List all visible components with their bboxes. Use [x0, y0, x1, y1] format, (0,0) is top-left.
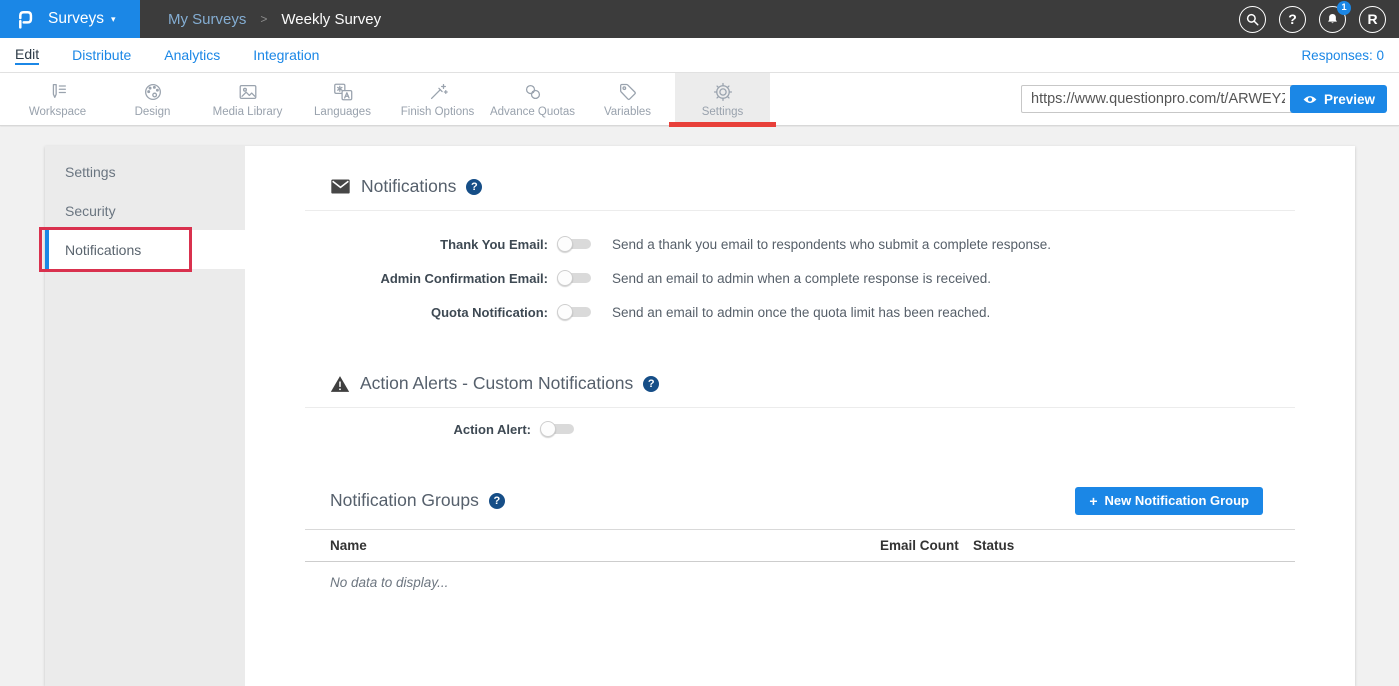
tab-integration[interactable]: Integration	[253, 47, 319, 63]
product-name: Surveys	[48, 10, 104, 28]
toolbar-item-finish-options[interactable]: Finish Options	[390, 73, 485, 125]
settings-icon	[712, 81, 734, 103]
column-header-status: Status	[973, 538, 1295, 553]
quota-notification-row: Quota Notification: Send an email to adm…	[305, 295, 1295, 329]
breadcrumb: My Surveys > Weekly Survey	[168, 11, 381, 28]
quota-notification-label: Quota Notification:	[305, 305, 548, 320]
divider	[305, 210, 1295, 211]
toolbar-item-languages[interactable]: Languages	[295, 73, 390, 125]
topbar-actions: ? 1 R	[1239, 6, 1386, 33]
languages-icon	[332, 81, 354, 103]
section-title: Notification Groups	[330, 490, 479, 511]
envelope-icon	[330, 178, 351, 195]
column-header-email-count: Email Count	[880, 538, 973, 553]
preview-button[interactable]: Preview	[1290, 85, 1387, 113]
notification-groups-table: Name Email Count Status No data to displ…	[305, 529, 1295, 590]
help-icon: ?	[1288, 11, 1297, 27]
toolbar-item-advance-quotas[interactable]: Advance Quotas	[485, 73, 580, 125]
toolbar-item-design[interactable]: Design	[105, 73, 200, 125]
sidebar-item-notifications[interactable]: Notifications	[45, 230, 245, 269]
breadcrumb-separator: >	[260, 12, 267, 26]
survey-url-input[interactable]	[1021, 85, 1295, 113]
breadcrumb-my-surveys[interactable]: My Surveys	[168, 11, 246, 28]
settings-content-area: Settings Security Notifications Notifica…	[0, 127, 1399, 626]
advance-quotas-icon	[522, 81, 544, 103]
notifications-section-heading: Notifications ?	[305, 176, 1295, 197]
tab-distribute[interactable]: Distribute	[72, 47, 131, 63]
finish-options-icon	[427, 81, 449, 103]
toolbar-item-variables[interactable]: Variables	[580, 73, 675, 125]
notification-toggle-rows: Thank You Email: Send a thank you email …	[305, 227, 1295, 329]
avatar[interactable]: R	[1359, 6, 1386, 33]
chevron-down-icon: ▾	[111, 14, 116, 25]
column-header-name: Name	[305, 538, 880, 553]
top-bar: Surveys ▾ My Surveys > Weekly Survey ? 1…	[0, 0, 1399, 38]
warning-icon	[330, 375, 350, 393]
action-alert-label: Action Alert:	[305, 422, 531, 437]
quota-notification-toggle[interactable]	[557, 304, 591, 320]
media-library-icon	[237, 81, 259, 103]
notifications-help-icon[interactable]: ?	[466, 179, 482, 195]
plus-icon: +	[1089, 493, 1097, 509]
help-button[interactable]: ?	[1279, 6, 1306, 33]
tab-analytics[interactable]: Analytics	[164, 47, 220, 63]
toolbar-item-media-library[interactable]: Media Library	[200, 73, 295, 125]
workspace-icon	[47, 81, 69, 103]
thank-you-email-toggle[interactable]	[557, 236, 591, 252]
admin-confirmation-email-row: Admin Confirmation Email: Send an email …	[305, 261, 1295, 295]
admin-confirmation-email-label: Admin Confirmation Email:	[305, 271, 548, 286]
thank-you-email-description: Send a thank you email to respondents wh…	[612, 237, 1051, 252]
avatar-initial: R	[1367, 11, 1377, 27]
tab-edit[interactable]: Edit	[15, 46, 39, 65]
notifications-button[interactable]: 1	[1319, 6, 1346, 33]
notification-count-badge: 1	[1337, 1, 1351, 15]
quota-notification-description: Send an email to admin once the quota li…	[612, 305, 990, 320]
action-alerts-help-icon[interactable]: ?	[643, 376, 659, 392]
eye-icon	[1302, 94, 1318, 105]
action-alert-toggle[interactable]	[540, 421, 574, 437]
annotation-underline-settings	[669, 122, 776, 127]
section-title: Action Alerts - Custom Notifications	[360, 373, 633, 394]
admin-confirmation-email-description: Send an email to admin when a complete r…	[612, 271, 991, 286]
settings-card: Settings Security Notifications Notifica…	[45, 146, 1355, 686]
edit-toolbar: Workspace Design Media Library Languages…	[0, 73, 1399, 126]
notification-groups-heading: Notification Groups ? + New Notification…	[305, 486, 1295, 515]
table-header-row: Name Email Count Status	[305, 529, 1295, 562]
bell-icon	[1325, 12, 1340, 27]
sidebar-item-security[interactable]: Security	[45, 191, 245, 230]
design-icon	[142, 81, 164, 103]
search-button[interactable]	[1239, 6, 1266, 33]
thank-you-email-row: Thank You Email: Send a thank you email …	[305, 227, 1295, 261]
action-alert-row: Action Alert:	[305, 412, 1295, 446]
variables-icon	[617, 81, 639, 103]
admin-confirmation-email-toggle[interactable]	[557, 270, 591, 286]
empty-table-message: No data to display...	[305, 562, 1295, 590]
toolbar-item-workspace[interactable]: Workspace	[10, 73, 105, 125]
responses-count[interactable]: Responses: 0	[1301, 48, 1384, 63]
surveys-product-menu[interactable]: Surveys ▾	[0, 0, 140, 38]
settings-sidebar: Settings Security Notifications	[45, 146, 245, 686]
section-title: Notifications	[361, 176, 456, 197]
thank-you-email-label: Thank You Email:	[305, 237, 548, 252]
action-alerts-section-heading: Action Alerts - Custom Notifications ?	[305, 373, 1295, 394]
survey-nav-tabs: Edit Distribute Analytics Integration Re…	[0, 38, 1399, 73]
new-notification-group-button[interactable]: + New Notification Group	[1075, 487, 1263, 515]
toolbar-item-settings[interactable]: Settings	[675, 73, 770, 125]
notifications-panel: Notifications ? Thank You Email: Send a …	[245, 146, 1355, 686]
breadcrumb-current-survey: Weekly Survey	[281, 11, 381, 28]
search-icon	[1245, 12, 1260, 27]
questionpro-logo-icon	[13, 7, 38, 32]
notification-groups-help-icon[interactable]: ?	[489, 493, 505, 509]
sidebar-item-settings[interactable]: Settings	[45, 152, 245, 191]
